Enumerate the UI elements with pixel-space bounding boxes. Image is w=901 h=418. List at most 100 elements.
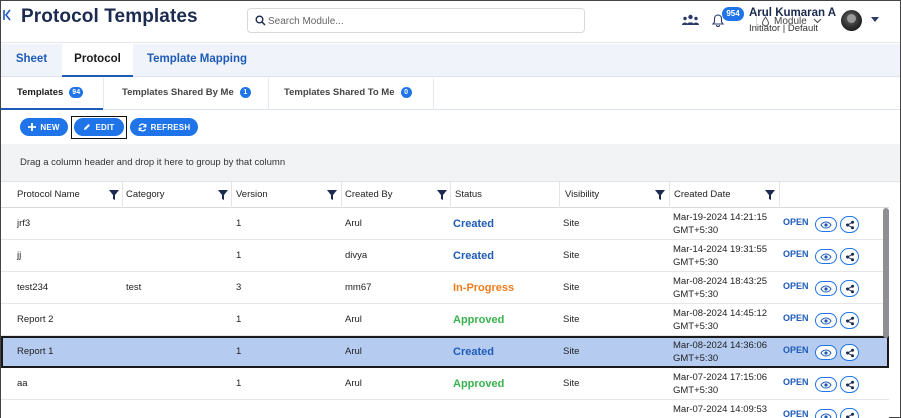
caret-down-icon[interactable] xyxy=(871,17,879,22)
column-header-version[interactable]: Version xyxy=(232,182,268,208)
open-link[interactable]: OPEN xyxy=(783,409,809,418)
column-header-created-by[interactable]: Created By xyxy=(341,182,393,208)
table-row[interactable]: jj 1 divya Created Site Mar-14-2024 19:31:55 G… xyxy=(1,240,889,272)
cell-created-date: Mar-07-2024 17:15:06 GMT+5:30 xyxy=(669,368,767,400)
count-badge: 94 xyxy=(69,87,84,98)
cell-visibility: Site xyxy=(563,346,580,357)
edit-button-label: EDIT xyxy=(95,122,115,132)
open-link[interactable]: OPEN xyxy=(783,345,809,355)
eye-icon xyxy=(820,221,832,228)
avatar[interactable] xyxy=(841,10,862,31)
cell-protocol-name: jrf3 xyxy=(17,218,31,229)
filter-icon[interactable] xyxy=(109,190,119,200)
templates-grid: Protocol Name Category Version Created B… xyxy=(1,182,889,418)
sub-tabs: Templates 94 Templates Shared By Me 1 Temp… xyxy=(1,78,900,110)
cell-created-by: Arul xyxy=(345,346,362,357)
group-drop-area[interactable]: Drag a column header and drop it here to… xyxy=(1,144,900,182)
cell-version: 3 xyxy=(236,282,242,293)
grid-scrollbar[interactable] xyxy=(883,208,889,338)
sidebar-toggle-icon[interactable] xyxy=(3,9,11,21)
table-row[interactable]: jrf3 1 Arul Created Site Mar-19-2024 14:21:15… xyxy=(1,208,889,240)
subtab-shared-to-me[interactable]: Templates Shared To Me 0 xyxy=(284,78,434,110)
share-button[interactable] xyxy=(840,216,859,233)
subtab-shared-by-me[interactable]: Templates Shared By Me 1 xyxy=(122,78,267,110)
created-date-value: Mar-07-2024 14:09:53 xyxy=(673,404,768,415)
status-label: Created xyxy=(453,218,494,230)
status-label: Created xyxy=(453,346,494,358)
users-icon[interactable] xyxy=(682,14,699,26)
view-button[interactable] xyxy=(815,409,837,418)
share-button[interactable] xyxy=(840,248,859,265)
share-button[interactable] xyxy=(840,376,859,393)
cell-category: test xyxy=(126,282,142,293)
filter-icon[interactable] xyxy=(655,190,665,200)
open-link[interactable]: OPEN xyxy=(783,217,809,227)
filter-icon[interactable] xyxy=(765,190,775,200)
filter-icon[interactable] xyxy=(327,190,337,200)
view-button[interactable] xyxy=(815,281,837,296)
column-header-created-date[interactable]: Created Date xyxy=(670,182,731,208)
share-button[interactable] xyxy=(840,312,859,329)
status-label xyxy=(449,400,453,418)
tab-sheet[interactable]: Sheet xyxy=(1,44,62,77)
open-link[interactable]: OPEN xyxy=(783,249,809,259)
cell-created-date: Mar-08-2024 14:45:12 GMT+5:30 xyxy=(669,304,767,336)
main-tabs: Sheet Protocol Template Mapping xyxy=(1,44,900,77)
cell-created-date: Mar-07-2024 14:09:53 xyxy=(669,400,767,418)
share-button[interactable] xyxy=(840,408,859,418)
table-row[interactable]: test234 test 3 mm67 In-Progress Site Mar-08-20… xyxy=(1,272,889,304)
table-row[interactable]: aa 1 Arul Approved Site Mar-07-2024 17:15:06 G… xyxy=(1,368,889,400)
app-header: Protocol Templates Module 954 Arul Kumar xyxy=(1,1,900,43)
subtab-templates[interactable]: Templates 94 xyxy=(1,78,103,110)
subtab-label: Templates Shared To Me xyxy=(284,87,395,98)
created-date-timezone: GMT+5:30 xyxy=(673,353,719,364)
divider xyxy=(433,78,434,110)
filter-icon[interactable] xyxy=(437,190,447,200)
new-button-label: NEW xyxy=(40,122,60,132)
user-name[interactable]: Arul Kumaran A xyxy=(749,7,836,19)
share-button[interactable] xyxy=(840,344,859,361)
created-date-timezone: GMT+5:30 xyxy=(673,225,719,236)
tab-template-mapping[interactable]: Template Mapping xyxy=(133,44,261,77)
search-input[interactable] xyxy=(268,12,508,30)
cell-created-by: mm67 xyxy=(345,282,372,293)
view-button[interactable] xyxy=(815,217,837,232)
view-button[interactable] xyxy=(815,345,837,360)
status-label: Approved xyxy=(453,314,505,326)
view-button[interactable] xyxy=(815,313,837,328)
new-button[interactable]: NEW xyxy=(20,118,68,136)
tab-protocol[interactable]: Protocol xyxy=(62,44,133,77)
cell-version: 1 xyxy=(236,218,242,229)
open-link[interactable]: OPEN xyxy=(783,377,809,387)
open-link[interactable]: OPEN xyxy=(783,313,809,323)
cell-created-date: Mar-08-2024 18:43:25 GMT+5:30 xyxy=(669,272,767,304)
created-date-timezone: GMT+5:30 xyxy=(673,385,719,396)
eye-icon xyxy=(820,285,832,292)
cell-version: 1 xyxy=(236,314,242,325)
table-row[interactable]: Report 2 1 Arul Approved Site Mar-08-2024 14:… xyxy=(1,304,889,336)
view-button[interactable] xyxy=(815,377,837,392)
column-header-visibility[interactable]: Visibility xyxy=(561,182,599,208)
open-link[interactable]: OPEN xyxy=(783,281,809,291)
table-row[interactable]: Mar-07-2024 14:09:53 OPEN xyxy=(1,400,889,418)
cell-created-by: Arul xyxy=(345,314,362,325)
cell-protocol-name: Report 2 xyxy=(17,314,54,325)
share-icon xyxy=(845,412,854,418)
notification-badge: 954 xyxy=(722,7,744,21)
view-button[interactable] xyxy=(815,249,837,264)
cell-version: 1 xyxy=(236,346,242,357)
eye-icon xyxy=(820,381,832,388)
refresh-button[interactable]: REFRESH xyxy=(130,118,198,136)
filter-icon[interactable] xyxy=(218,190,228,200)
table-row[interactable]: Report 1 1 Arul Created Site Mar-08-2024 14:3… xyxy=(1,336,889,368)
share-icon xyxy=(845,380,854,389)
status-label: In-Progress xyxy=(453,282,515,294)
module-search[interactable]: Module xyxy=(247,8,822,33)
column-header-category[interactable]: Category xyxy=(122,182,165,208)
cell-visibility xyxy=(559,400,563,418)
column-header-status[interactable]: Status xyxy=(451,182,482,208)
column-header-protocol-name[interactable]: Protocol Name xyxy=(13,182,80,208)
cell-category xyxy=(122,400,126,418)
edit-button[interactable]: EDIT xyxy=(74,118,124,136)
share-button[interactable] xyxy=(840,280,859,297)
